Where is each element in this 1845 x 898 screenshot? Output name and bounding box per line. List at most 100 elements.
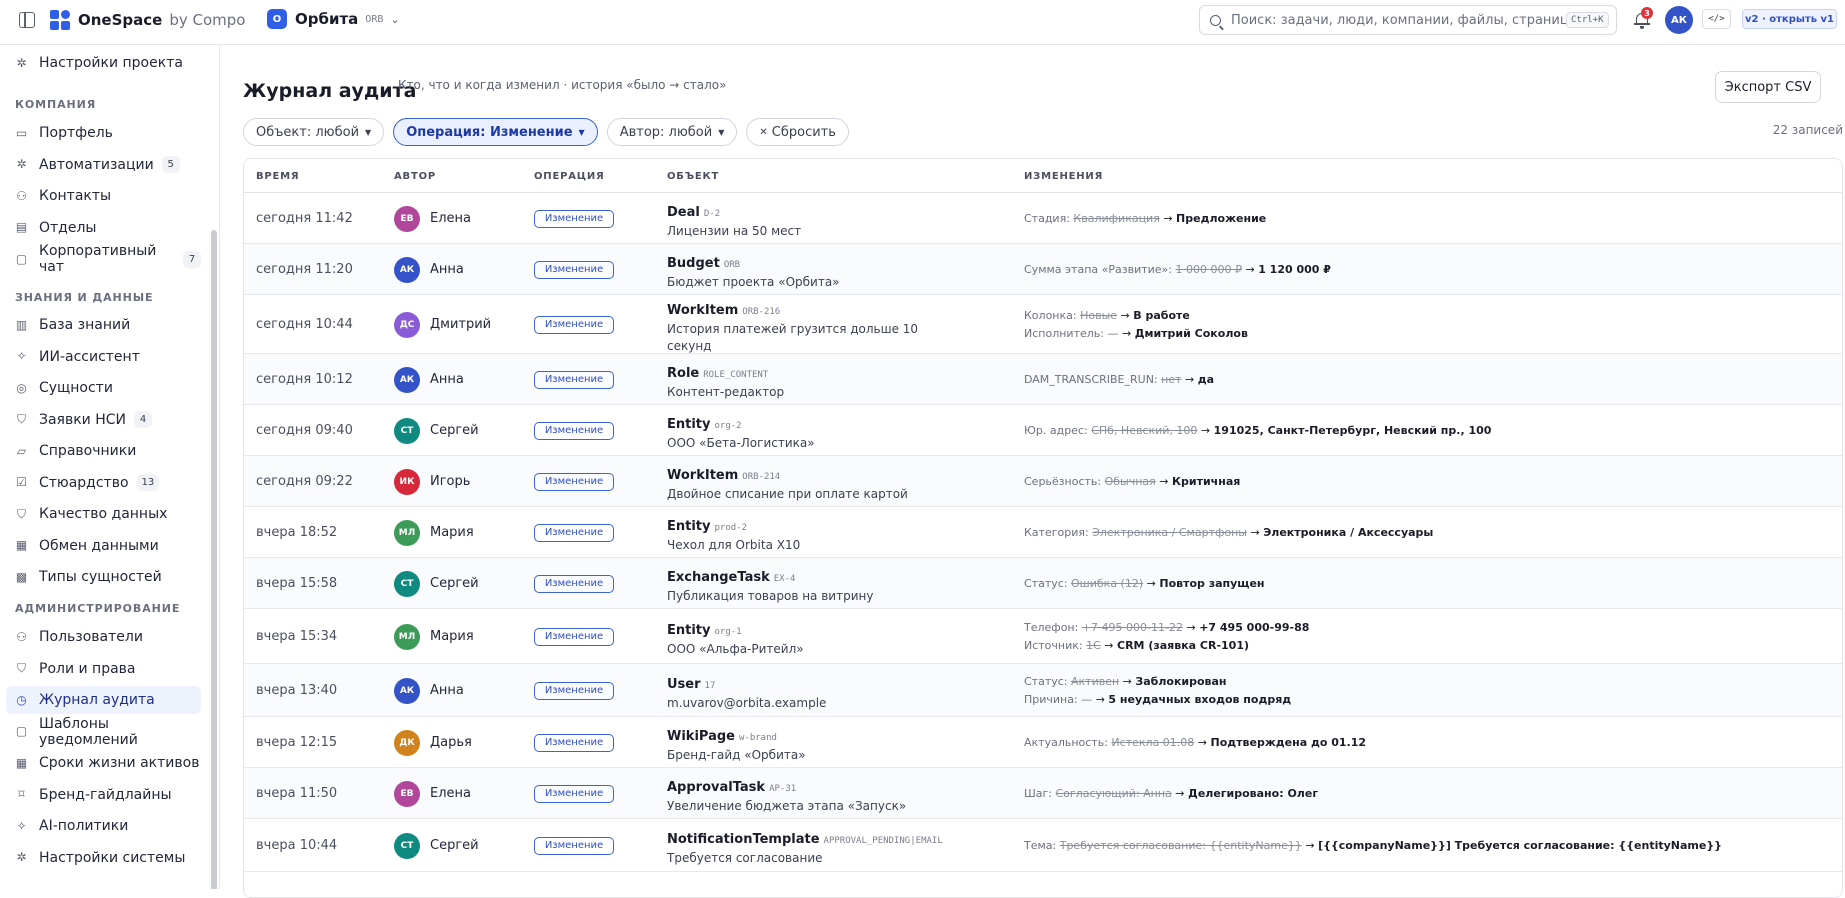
row-object[interactable]: WorkItem ORB-214 Двойное списание при опла… bbox=[667, 464, 957, 503]
sidebar-item-building[interactable]: ▤ Отделы bbox=[6, 214, 201, 242]
table-row[interactable]: вчера 15:34 МЛ Мария Изменение Entity org-1 ОО… bbox=[244, 609, 1842, 664]
row-object[interactable]: Entity org-1 ООО «Альфа-Ритейл» bbox=[667, 619, 957, 658]
sidebar-toggle-icon[interactable] bbox=[19, 12, 35, 28]
row-author[interactable]: Мария bbox=[430, 629, 474, 644]
table-row[interactable]: сегодня 09:40 СТ Сергей Изменение Entity org-… bbox=[244, 405, 1842, 456]
sidebar-item-gear[interactable]: ✲ Автоматизации 5 bbox=[6, 151, 201, 179]
row-author[interactable]: Мария bbox=[430, 525, 474, 540]
filter-chip-label: Сбросить bbox=[771, 124, 836, 140]
table-row[interactable]: вчера 11:50 ЕВ Елена Изменение ApprovalTask A… bbox=[244, 768, 1842, 819]
table-row[interactable]: вчера 12:15 ДК Дарья Изменение WikiPage w-bra… bbox=[244, 717, 1842, 768]
row-object[interactable]: User 17 m.uvarov@orbita.example bbox=[667, 673, 957, 712]
column-header-operation[interactable]: ОПЕРАЦИЯ bbox=[534, 171, 605, 182]
sidebar-item-database[interactable]: ◎ Сущности bbox=[6, 374, 201, 402]
change-new-value: Повтор запущен bbox=[1159, 576, 1265, 590]
global-search[interactable]: Ctrl+K bbox=[1199, 5, 1617, 35]
reset-filters-button[interactable]: ✕ Сбросить bbox=[746, 118, 849, 146]
sidebar-item-sparkle[interactable]: ✧ AI-политики bbox=[6, 812, 201, 840]
sidebar-item-calendar[interactable]: ▦ Сроки жизни активов bbox=[6, 749, 201, 777]
sidebar-item-folder[interactable]: ▱ Справочники bbox=[6, 437, 201, 465]
row-object[interactable]: Entity org-2 ООО «Бета-Логистика» bbox=[667, 413, 957, 452]
row-author[interactable]: Сергей bbox=[430, 423, 479, 438]
row-changes: DAM_TRANSCRIBE_RUN: нет → да bbox=[1024, 371, 1214, 389]
sidebar-item-gear[interactable]: ✲ Настройки системы bbox=[6, 844, 201, 872]
row-author[interactable]: Елена bbox=[430, 786, 471, 801]
table-row[interactable]: вчера 10:44 СТ Сергей Изменение Notification… bbox=[244, 819, 1842, 872]
row-author[interactable]: Игорь bbox=[430, 474, 470, 489]
sidebar-item-briefcase[interactable]: ▭ Портфель bbox=[6, 119, 201, 147]
row-author[interactable]: Дмитрий bbox=[430, 317, 491, 332]
sidebar-item-clock[interactable]: ◷ Журнал аудита bbox=[6, 686, 201, 714]
project-switcher[interactable]: О Орбита ORB ⌄ bbox=[267, 9, 400, 29]
sidebar-item-chat[interactable]: ▢ Корпоративный чат 7 bbox=[6, 243, 201, 275]
row-author[interactable]: Анна bbox=[430, 683, 464, 698]
brand-logo[interactable]: OneSpace by Compo bbox=[50, 10, 245, 30]
change-new-value: Подтверждена до 01.12 bbox=[1210, 735, 1367, 749]
version-switch-button[interactable]: v2 · открыть v1 bbox=[1742, 9, 1837, 29]
object-type: User bbox=[667, 677, 701, 692]
avatar: СТ bbox=[394, 570, 420, 597]
row-object[interactable]: Role ROLE_CONTENT Контент-редактор bbox=[667, 362, 957, 401]
sparkle-icon: ✧ bbox=[16, 349, 27, 363]
shield-icon: ⛉ bbox=[16, 506, 26, 521]
sidebar-item-calendar[interactable]: ▦ Обмен данными bbox=[6, 532, 201, 560]
change-new-value: В работе bbox=[1133, 308, 1190, 322]
filter-chip[interactable]: Операция: Изменение ▼ bbox=[393, 118, 598, 146]
row-object[interactable]: WikiPage w-brand Бренд-гайд «Орбита» bbox=[667, 725, 957, 764]
row-object[interactable]: Deal D-2 Лицензии на 50 мест bbox=[667, 201, 957, 240]
sidebar-item-shield[interactable]: ⛉ Качество данных bbox=[6, 500, 201, 528]
export-csv-button[interactable]: Экспорт CSV bbox=[1715, 71, 1821, 103]
column-header-time[interactable]: ВРЕМЯ bbox=[256, 171, 299, 182]
document-icon: ▥ bbox=[15, 317, 28, 332]
table-row[interactable]: вчера 18:52 МЛ Мария Изменение Entity prod-2 Ч… bbox=[244, 507, 1842, 558]
sidebar-item-shield[interactable]: ⛉ Заявки НСИ 4 bbox=[6, 406, 201, 434]
sidebar-item-grid[interactable]: ▩ Типы сущностей bbox=[6, 563, 201, 591]
row-author[interactable]: Елена bbox=[430, 211, 471, 226]
sidebar-item-users[interactable]: ⚇ Контакты bbox=[6, 182, 201, 210]
row-object[interactable]: NotificationTemplate APPROVAL_PENDING|EMA… bbox=[667, 828, 957, 867]
row-object[interactable]: ExchangeTask EX-4 Публикация товаров на ви… bbox=[667, 566, 957, 605]
change-field: Юр. адрес: bbox=[1024, 423, 1088, 437]
column-header-changes[interactable]: ИЗМЕНЕНИЯ bbox=[1024, 171, 1103, 182]
row-object[interactable]: WorkItem ORB-216 История платежей грузится… bbox=[667, 299, 957, 355]
sidebar-scrollbar[interactable] bbox=[211, 230, 217, 889]
filter-chip[interactable]: Автор: любой ▼ bbox=[606, 118, 738, 146]
code-view-button[interactable]: </> bbox=[1702, 9, 1731, 29]
sidebar-count-badge: 5 bbox=[161, 156, 180, 173]
sidebar-item-check-circle[interactable]: ☑ Стюардство 13 bbox=[6, 469, 201, 497]
table-row[interactable]: сегодня 11:42 ЕВ Елена Изменение Deal D-2 Лице… bbox=[244, 193, 1842, 244]
change-field: Тема: bbox=[1024, 838, 1057, 852]
column-header-author[interactable]: АВТОР bbox=[394, 171, 436, 182]
row-author[interactable]: Сергей bbox=[430, 576, 479, 591]
sidebar-item-chat[interactable]: ▢ Шаблоны уведомлений bbox=[6, 716, 201, 748]
sidebar-item-sparkle[interactable]: ✧ ИИ-ассистент bbox=[6, 343, 201, 371]
sidebar-item-bookmark[interactable]: ⌑ Бренд-гайдлайны bbox=[6, 781, 201, 809]
table-row[interactable]: вчера 13:40 АК Анна Изменение User 17 m.uvarov… bbox=[244, 664, 1842, 717]
search-input[interactable] bbox=[1231, 12, 1566, 28]
row-object[interactable]: Budget ORB Бюджет проекта «Орбита» bbox=[667, 252, 957, 291]
row-author[interactable]: Сергей bbox=[430, 838, 479, 853]
table-row[interactable]: сегодня 11:20 АК Анна Изменение Budget ORB Бюд… bbox=[244, 244, 1842, 295]
sidebar-item-shield[interactable]: ⛉ Роли и права bbox=[6, 655, 201, 683]
sidebar-item-users[interactable]: ⚇ Пользователи bbox=[6, 623, 201, 651]
table-row[interactable]: сегодня 09:22 ИК Игорь Изменение WorkItem ORB… bbox=[244, 456, 1842, 507]
sidebar-item-document[interactable]: ▥ База знаний bbox=[6, 311, 201, 339]
row-object[interactable]: ApprovalTask AP-31 Увеличение бюджета этап… bbox=[667, 776, 957, 815]
table-row[interactable]: сегодня 10:12 АК Анна Изменение Role ROLE_CON… bbox=[244, 354, 1842, 405]
row-author[interactable]: Анна bbox=[430, 372, 464, 387]
row-time: сегодня 11:42 bbox=[256, 210, 353, 226]
row-author[interactable]: Анна bbox=[430, 262, 464, 277]
column-header-object[interactable]: ОБЪЕКТ bbox=[667, 171, 719, 182]
filter-chip[interactable]: Объект: любой ▼ bbox=[243, 118, 385, 146]
row-changes: Шаг: Согласующий: Анна → Делегировано: О… bbox=[1024, 785, 1318, 803]
user-avatar[interactable]: АК bbox=[1665, 6, 1693, 34]
table-row[interactable]: сегодня 10:44 ДС Дмитрий Изменение WorkItem O… bbox=[244, 295, 1842, 355]
row-author[interactable]: Дарья bbox=[430, 735, 472, 750]
change-line: Шаг: Согласующий: Анна → Делегировано: О… bbox=[1024, 785, 1318, 803]
change-old-value: Требуется согласование: {{entityName}} bbox=[1059, 838, 1302, 852]
close-icon: ✕ bbox=[759, 126, 768, 138]
row-object[interactable]: Entity prod-2 Чехол для Orbita X10 bbox=[667, 515, 957, 554]
table-row[interactable]: вчера 15:58 СТ Сергей Изменение ExchangeTask… bbox=[244, 558, 1842, 609]
sidebar-item-label: Заявки НСИ bbox=[39, 411, 127, 428]
sidebar-item-gear[interactable]: ✲ Настройки проекта bbox=[6, 49, 201, 77]
